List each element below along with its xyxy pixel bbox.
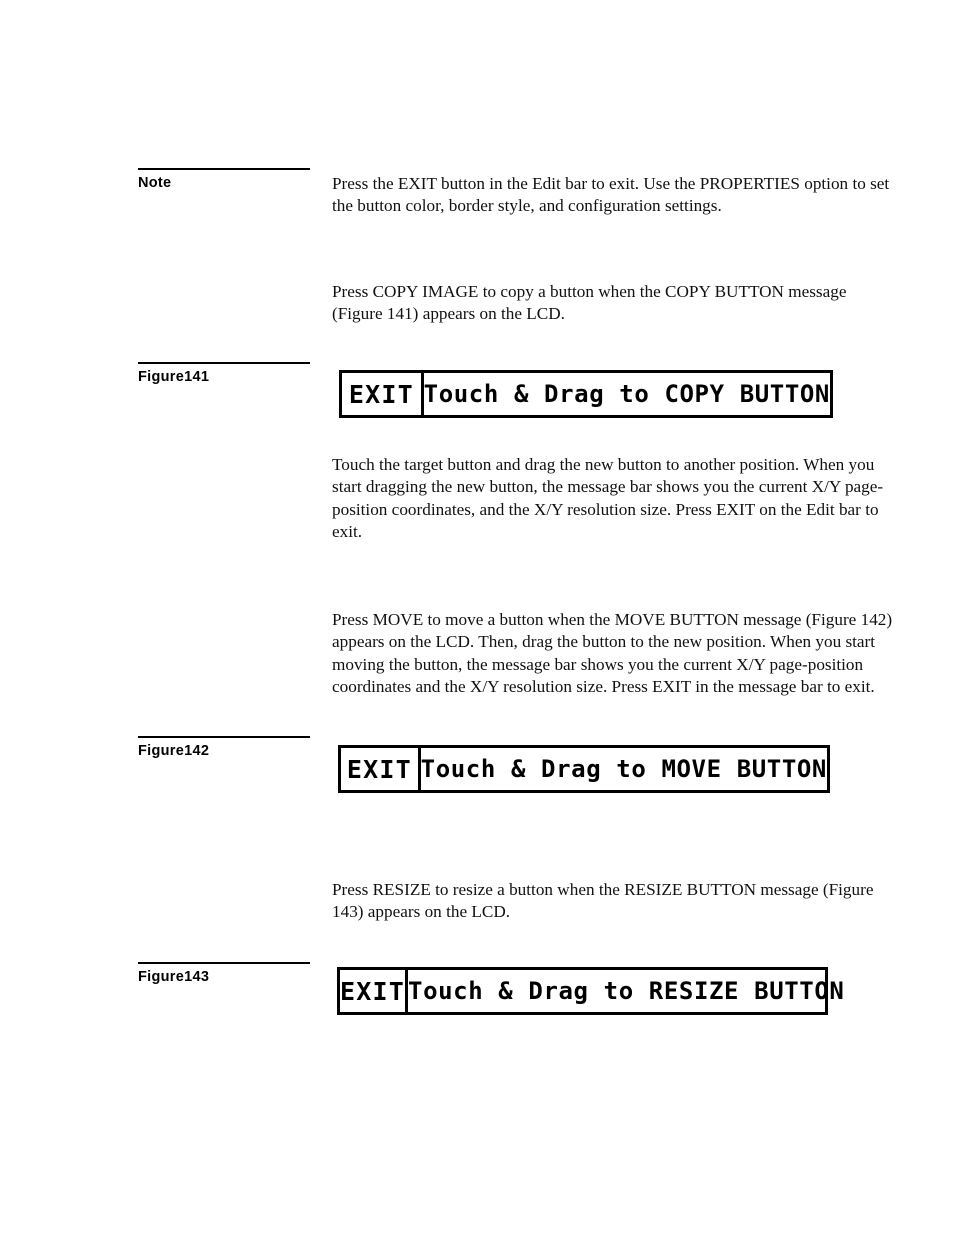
figure143-rule <box>138 962 310 964</box>
lcd-exit-button-copy[interactable]: EXIT <box>342 373 424 415</box>
lcd-exit-button-move[interactable]: EXIT <box>341 748 421 790</box>
lcd-message-text: Touch & Drag to MOVE BUTTON <box>420 755 827 783</box>
lcd-message-bar-copy: EXIT Touch & Drag to COPY BUTTON <box>339 370 833 418</box>
figure141-rule <box>138 362 310 364</box>
lcd-message-area-copy: Touch & Drag to COPY BUTTON <box>424 373 830 415</box>
lcd-exit-button-resize[interactable]: EXIT <box>340 970 409 1012</box>
figure143-gutter: Figure143 <box>138 962 310 986</box>
note-paragraph: Press the EXIT button in the Edit bar to… <box>332 174 890 216</box>
copy-intro-body: Press COPY IMAGE to copy a button when t… <box>332 281 894 326</box>
lcd-message-text: Touch & Drag to COPY BUTTON <box>423 380 830 408</box>
lcd-message-area-move: Touch & Drag to MOVE BUTTON <box>421 748 827 790</box>
figure143-label: Figure143 <box>138 969 210 985</box>
figure142-rule <box>138 736 310 738</box>
note-body: Press the EXIT button in the Edit bar to… <box>332 173 894 218</box>
figure142-label: Figure142 <box>138 743 210 759</box>
lcd-exit-label: EXIT <box>340 976 406 1006</box>
note-rule <box>138 168 310 170</box>
note-gutter: Note <box>138 168 310 192</box>
lcd-message-text: Touch & Drag to RESIZE BUTTON <box>408 977 845 1005</box>
move-intro-body: Press MOVE to move a button when the MOV… <box>332 609 894 699</box>
copy-intro-paragraph: Press COPY IMAGE to copy a button when t… <box>332 282 847 324</box>
lcd-exit-label: EXIT <box>346 754 412 784</box>
resize-intro-paragraph: Press RESIZE to resize a button when the… <box>332 880 874 922</box>
figure142-gutter: Figure142 <box>138 736 310 760</box>
resize-intro-body: Press RESIZE to resize a button when the… <box>332 879 894 924</box>
copy-body-col: Touch the target button and drag the new… <box>332 454 894 544</box>
figure141-label: Figure141 <box>138 369 210 385</box>
figure141-gutter: Figure141 <box>138 362 310 386</box>
copy-body-paragraph: Touch the target button and drag the new… <box>332 455 884 542</box>
document-page: Note Press the EXIT button in the Edit b… <box>0 0 954 1235</box>
lcd-message-area-resize: Touch & Drag to RESIZE BUTTON <box>408 970 844 1012</box>
note-label: Note <box>138 175 172 191</box>
lcd-exit-label: EXIT <box>348 379 414 409</box>
lcd-message-bar-move: EXIT Touch & Drag to MOVE BUTTON <box>338 745 830 793</box>
lcd-message-bar-resize: EXIT Touch & Drag to RESIZE BUTTON <box>337 967 844 1015</box>
move-intro-paragraph: Press MOVE to move a button when the MOV… <box>332 610 893 697</box>
